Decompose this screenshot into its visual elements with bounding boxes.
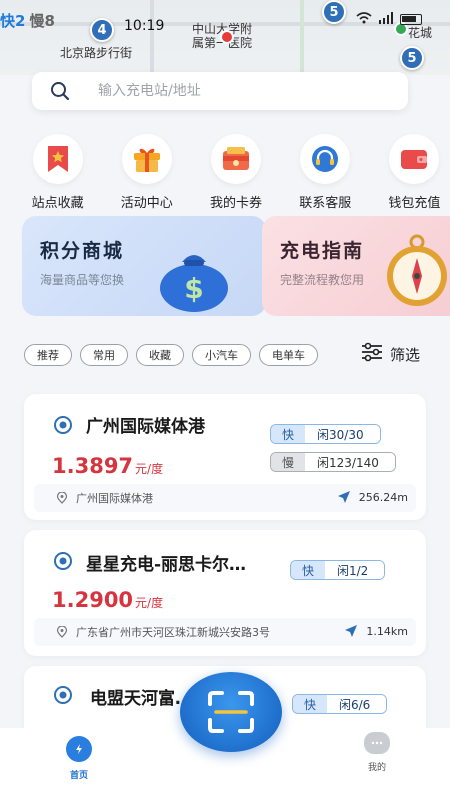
search-input[interactable] [98, 83, 378, 99]
filter-chip[interactable]: 小汽车 [192, 344, 251, 366]
price-unit: 元/度 [135, 596, 164, 610]
quick-action-coupons[interactable]: 我的卡券 [200, 134, 271, 211]
station-distance[interactable]: 256.24m [337, 490, 408, 504]
quick-actions: 站点收藏 活动中心 我的卡券 联系客服 钱包充值 [0, 134, 450, 211]
status-icons [356, 12, 422, 27]
status-time: 10:19 [124, 18, 165, 34]
compass-icon [387, 234, 447, 306]
fast-charger-badge: 快 闲30/30 [270, 424, 381, 444]
bookmark-icon [32, 134, 83, 184]
filter-button[interactable]: 筛选 [360, 342, 420, 366]
fast-charger-badge: 快 闲6/6 [292, 694, 388, 714]
station-card[interactable]: 广州国际媒体港 快 闲30/30 慢 闲123/140 1.3897 元/度 广州… [24, 394, 426, 520]
svg-text:$: $ [184, 272, 203, 305]
station-distance[interactable]: 1.14km [344, 624, 408, 638]
badge-availability: 闲6/6 [327, 695, 387, 713]
filter-chip[interactable]: 推荐 [24, 344, 72, 366]
navigate-icon [337, 491, 350, 503]
badge-type: 慢 [271, 453, 305, 471]
badge-type: 快 [293, 695, 327, 713]
badge-availability: 闲1/2 [325, 561, 385, 579]
station-name: 星星充电-丽思卡尔… [86, 555, 247, 575]
badge-type: 快 [291, 561, 325, 579]
station-price: 1.3897 元/度 [52, 454, 163, 478]
quick-action-label: 我的卡券 [210, 196, 263, 211]
charger-type-tabs: 快2 慢8 [0, 10, 55, 31]
scan-button[interactable] [180, 672, 282, 752]
station-logo-icon [54, 416, 72, 434]
scan-icon [208, 691, 254, 733]
quick-action-favorites[interactable]: 站点收藏 [22, 134, 93, 211]
badge-availability: 闲30/30 [305, 425, 380, 443]
navigate-icon [345, 625, 358, 637]
station-address: 广东省广州市天河区珠江新城兴安路3号 [76, 626, 270, 639]
slow-charger-badge: 慢 闲123/140 [270, 452, 396, 472]
nav-home-label: 首页 [69, 771, 88, 781]
home-icon [66, 736, 92, 762]
filter-chip[interactable]: 收藏 [136, 344, 184, 366]
distance-value: 1.14km [366, 624, 408, 638]
map-cluster-marker[interactable]: 5 [400, 46, 424, 70]
money-bag-icon: $ [160, 255, 228, 312]
distance-value: 256.24m [358, 490, 408, 504]
fast-charger-badge: 快 闲1/2 [290, 560, 386, 580]
location-pin-icon [56, 626, 68, 638]
map-label: 北京路步行街 [60, 46, 133, 60]
quick-action-label: 联系客服 [299, 196, 352, 211]
wifi-icon [356, 12, 372, 27]
price-value: 1.2900 [52, 588, 134, 612]
station-name: 广州国际媒体港 [86, 417, 205, 437]
status-bar: 快2 慢8 10:19 [0, 0, 450, 40]
quick-action-label: 站点收藏 [31, 196, 84, 211]
tab-fast[interactable]: 快2 [0, 10, 25, 31]
nav-mine[interactable]: 我的 [364, 732, 390, 773]
station-card[interactable]: 星星充电-丽思卡尔… 快 闲1/2 1.2900 元/度 广东省广州市天河区珠江新… [24, 530, 426, 656]
signal-icon [378, 12, 394, 27]
nav-home[interactable]: 首页 [66, 736, 92, 781]
filter-chips: 推荐 常用 收藏 小汽车 电单车 [24, 344, 318, 366]
coupon-wallet-icon [211, 134, 261, 184]
nav-mine-label: 我的 [367, 763, 386, 773]
battery-icon [400, 14, 422, 25]
station-logo-icon [54, 686, 72, 704]
badge-availability: 闲123/140 [305, 453, 395, 471]
filter-chip[interactable]: 电单车 [259, 344, 318, 366]
location-pin-icon [56, 492, 68, 504]
filter-chip[interactable]: 常用 [80, 344, 128, 366]
price-unit: 元/度 [135, 462, 164, 476]
points-mall-banner[interactable]: 积分商城 海量商品等您换 $ [22, 216, 266, 316]
quick-action-label: 活动中心 [120, 196, 173, 211]
price-value: 1.3897 [52, 454, 134, 478]
badge-type: 快 [271, 425, 305, 443]
profile-icon [364, 732, 390, 754]
search-icon [50, 81, 70, 101]
headset-icon [300, 134, 351, 184]
gift-icon [121, 134, 172, 184]
station-price: 1.2900 元/度 [52, 588, 163, 612]
station-address: 广州国际媒体港 [76, 492, 153, 505]
quick-action-activities[interactable]: 活动中心 [111, 134, 182, 211]
quick-action-label: 钱包充值 [388, 196, 441, 211]
filter-button-label: 筛选 [390, 345, 421, 364]
quick-action-support[interactable]: 联系客服 [290, 134, 361, 211]
station-name: 电盟天河富… [90, 689, 192, 709]
wallet-icon [389, 134, 440, 184]
quick-action-wallet[interactable]: 钱包充值 [379, 134, 450, 211]
charging-guide-banner[interactable]: 充电指南 完整流程教您用 [262, 216, 450, 316]
search-bar[interactable] [32, 72, 408, 110]
station-logo-icon [54, 552, 72, 570]
tab-slow[interactable]: 慢8 [29, 10, 54, 31]
sliders-icon [360, 342, 384, 366]
